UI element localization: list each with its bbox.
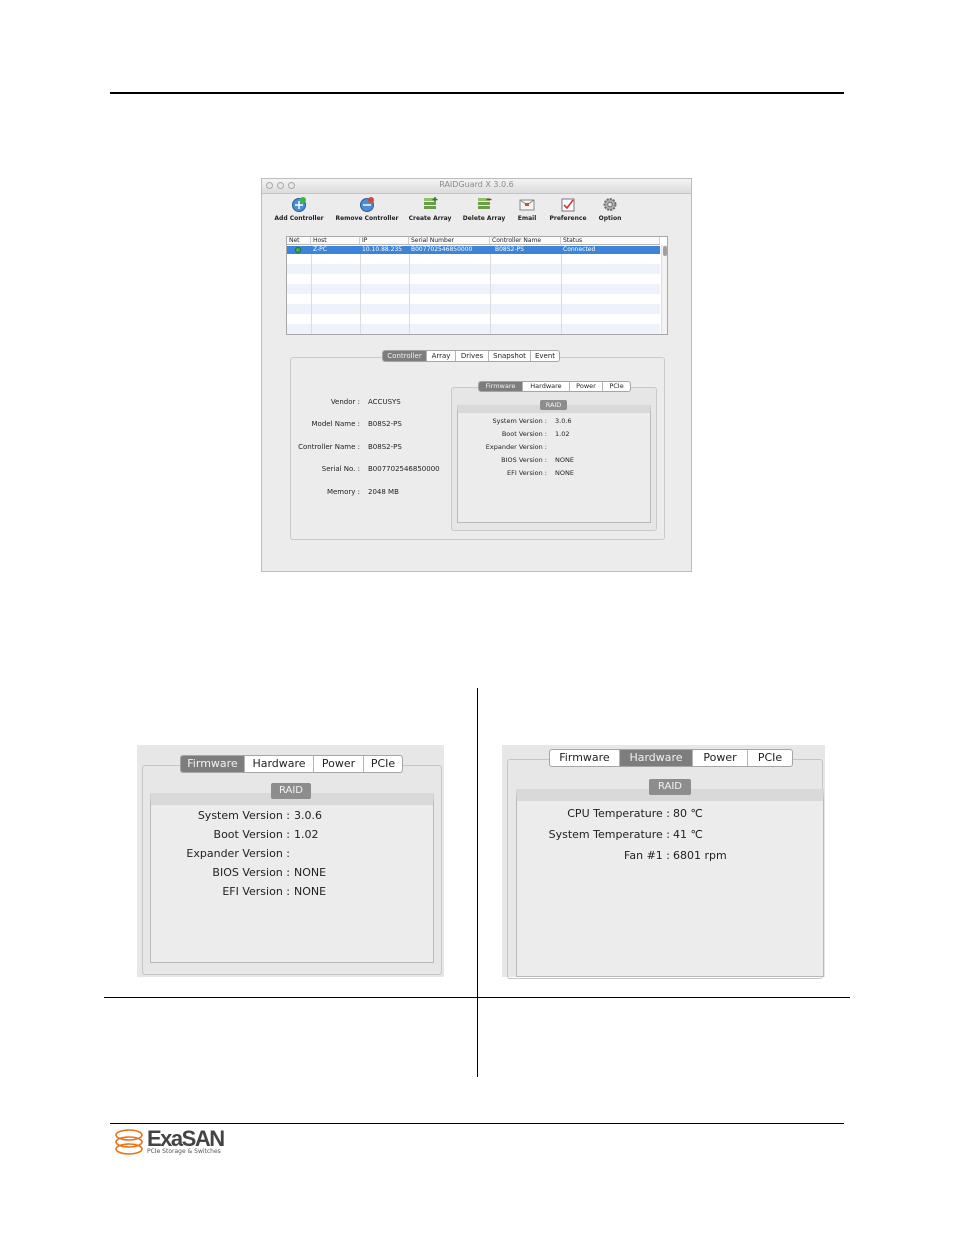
model-name-field: Model Name : B08S2-PS [311,420,402,428]
bios-version-field: BIOS Version : NONE [501,456,574,464]
exasan-logo-icon [115,1129,143,1155]
tab-firmware[interactable]: Firmware [479,382,523,391]
footer-rule [110,1123,844,1124]
boot-version-field: Boot Version : 1.02 [501,430,570,438]
zoom-boot-version-field: Boot Version : 1.02 [213,828,319,841]
vendor-field: Vendor : ACCUSYS [330,398,401,406]
column-header-status[interactable]: Status [561,237,660,245]
hw-zoom-tab-pcie[interactable]: PCIe [748,750,792,766]
option-button[interactable]: Option [597,197,623,222]
tab-drives[interactable]: Drives [456,351,489,361]
row-host: Z-PC [313,246,327,253]
create-array-icon [422,197,438,212]
zoom-tab-pcie[interactable]: PCIe [364,756,402,772]
row-serial-number: B007702546850000 [411,246,473,253]
hw-zoom-tab-hardware[interactable]: Hardware [620,750,693,766]
serial-number-field: Serial No. : B007702546850000 [321,465,440,473]
zoom-expander-version-field: Expander Version : [186,847,290,860]
exasan-tagline: PCIe Storage & Switches [147,1148,221,1155]
zoom-efi-version-field: EFI Version : NONE [222,885,327,898]
hardware-zoom-tab-bar: Firmware Hardware Power PCIe [549,749,793,767]
table-divider-horizontal [104,997,850,998]
add-controller-button[interactable]: Add Controller [274,197,324,222]
table-scrollbar-thumb[interactable] [663,246,667,256]
controller-name-field: Controller Name : B08S2-PS [298,443,402,451]
zoom-tab-power[interactable]: Power [314,756,364,772]
email-icon [519,197,535,212]
column-header-host[interactable]: Host [311,237,360,245]
hardware-zoom-raid-badge: RAID [649,779,691,795]
tab-power[interactable]: Power [570,382,603,391]
raidguard-window: RAIDGuard X 3.0.6 Add Controller Remove … [261,178,692,572]
hw-zoom-tab-power[interactable]: Power [693,750,748,766]
main-tab-bar: Controller Array Drives Snapshot Event [382,350,560,362]
row-controller-name: B08S2-PS [495,246,524,253]
option-gear-icon [602,197,618,212]
preference-icon [560,197,576,212]
sub-tab-bar: Firmware Hardware Power PCIe [478,381,631,392]
exasan-logo: ExaSAN PCIe Storage & Switches [113,1128,233,1160]
table-scrollbar[interactable] [661,245,667,334]
tab-pcie[interactable]: PCIe [603,382,630,391]
zoom-bios-version-field: BIOS Version : NONE [212,866,327,879]
window-titlebar: RAIDGuard X 3.0.6 [262,179,691,194]
tab-hardware[interactable]: Hardware [523,382,570,391]
row-status: Connected [563,246,596,253]
hardware-zoom-panel: Firmware Hardware Power PCIe RAID CPU Te… [502,745,825,979]
firmware-zoom-tab-bar: Firmware Hardware Power PCIe [180,755,403,773]
tab-event[interactable]: Event [531,351,559,361]
delete-array-button[interactable]: Delete Array [462,197,506,222]
efi-version-field: EFI Version : NONE [507,469,574,477]
preference-button[interactable]: Preference [548,197,588,222]
zoom-system-version-field: System Version : 3.0.6 [197,809,322,822]
delete-array-icon [476,197,492,212]
firmware-zoom-raid-badge: RAID [271,783,311,799]
expander-version-field: Expander Version : [485,443,547,451]
cpu-temperature-field: CPU Temperature : 80 ℃ [567,807,703,820]
column-header-ip[interactable]: IP [360,237,409,245]
controller-table: Net Host IP Serial Number Controller Nam… [286,236,668,335]
window-title: RAIDGuard X 3.0.6 [439,180,514,189]
create-array-button[interactable]: Create Array [408,197,452,222]
add-controller-icon [291,197,307,212]
row-ip: 10.10.88.235 [362,246,403,253]
firmware-zoom-panel: Firmware Hardware Power PCIe RAID System… [137,745,444,977]
raid-badge: RAID [540,400,567,410]
exasan-logo-text: ExaSAN [147,1126,225,1151]
header-rule [110,92,844,94]
net-status-icon [295,247,301,253]
remove-controller-icon [359,197,375,212]
hw-zoom-tab-firmware[interactable]: Firmware [550,750,620,766]
column-header-controller-name[interactable]: Controller Name [490,237,561,245]
column-header-net[interactable]: Net [287,237,311,245]
zoom-tab-hardware[interactable]: Hardware [245,756,314,772]
tab-array[interactable]: Array [427,351,456,361]
tab-controller[interactable]: Controller [383,351,427,361]
tab-snapshot[interactable]: Snapshot [489,351,531,361]
system-version-field: System Version : 3.0.6 [492,417,572,425]
email-button[interactable]: Email [514,197,540,222]
fan-speed-field: Fan #1 : 6801 rpm [624,849,727,862]
memory-field: Memory : 2048 MB [326,488,399,496]
zoom-tab-firmware[interactable]: Firmware [181,756,245,772]
system-temperature-field: System Temperature : 41 ℃ [548,828,703,841]
column-header-serial-number[interactable]: Serial Number [409,237,490,245]
table-divider-vertical [477,688,478,1077]
remove-controller-button[interactable]: Remove Controller [335,197,399,222]
